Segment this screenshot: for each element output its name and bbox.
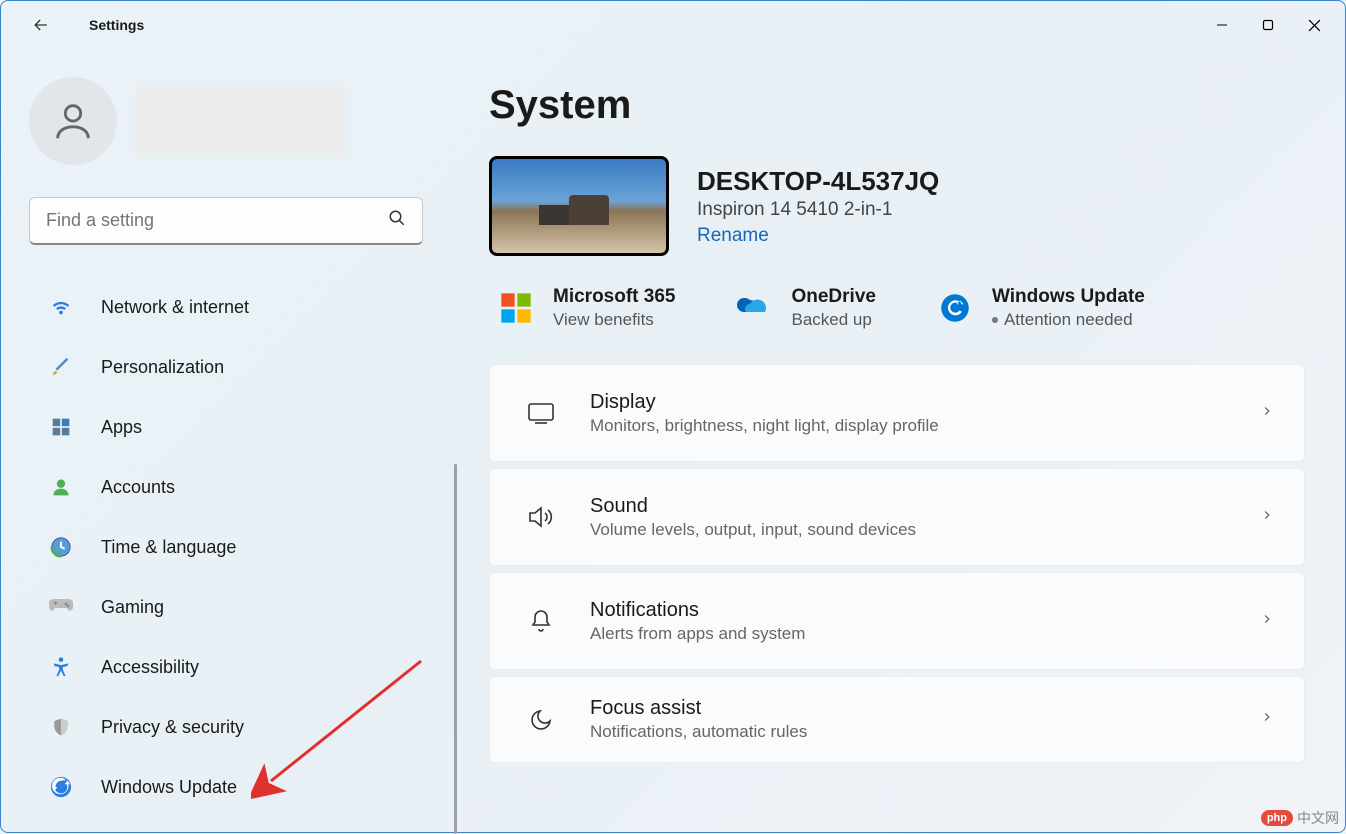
window-controls xyxy=(1199,9,1337,41)
card-display[interactable]: Display Monitors, brightness, night ligh… xyxy=(489,364,1305,462)
sidebar-item-label: Apps xyxy=(101,417,142,438)
search-input[interactable] xyxy=(46,210,388,231)
close-icon xyxy=(1308,19,1321,32)
sidebar-item-label: Accounts xyxy=(101,477,175,498)
sidebar-item-network[interactable]: Network & internet xyxy=(29,279,439,335)
status-microsoft365[interactable]: Microsoft 365 View benefits xyxy=(497,286,675,330)
status-row: Microsoft 365 View benefits OneDrive Bac… xyxy=(489,286,1305,330)
sidebar: Network & internet Personalization Apps … xyxy=(1,49,461,832)
status-sub: Attention needed xyxy=(992,310,1145,330)
card-title: Sound xyxy=(590,495,1260,518)
main-content: System DESKTOP-4L537JQ Inspiron 14 5410 … xyxy=(461,49,1345,832)
desktop-thumbnail xyxy=(489,156,669,256)
clock-icon xyxy=(49,535,73,559)
card-title: Focus assist xyxy=(590,697,1260,720)
card-title: Display xyxy=(590,391,1260,414)
sidebar-item-label: Gaming xyxy=(101,597,164,618)
onedrive-icon xyxy=(735,289,773,327)
card-sound[interactable]: Sound Volume levels, output, input, soun… xyxy=(489,468,1305,566)
back-button[interactable] xyxy=(21,5,61,45)
rename-link[interactable]: Rename xyxy=(697,225,939,247)
accessibility-icon xyxy=(49,655,73,679)
minimize-button[interactable] xyxy=(1199,9,1245,41)
maximize-icon xyxy=(1262,19,1274,31)
sidebar-item-accounts[interactable]: Accounts xyxy=(29,459,439,515)
avatar xyxy=(29,77,117,165)
back-arrow-icon xyxy=(31,15,51,35)
user-account-row[interactable] xyxy=(29,77,447,165)
card-title: Notifications xyxy=(590,599,1260,622)
device-row: DESKTOP-4L537JQ Inspiron 14 5410 2-in-1 … xyxy=(489,156,1305,256)
status-sub: Backed up xyxy=(791,310,875,330)
watermark: php 中文网 xyxy=(1261,808,1339,828)
sidebar-item-label: Privacy & security xyxy=(101,717,244,738)
person-icon xyxy=(49,475,73,499)
sidebar-item-label: Accessibility xyxy=(101,657,199,678)
wifi-icon xyxy=(49,295,73,319)
sidebar-item-privacy[interactable]: Privacy & security xyxy=(29,699,439,755)
card-subtitle: Volume levels, output, input, sound devi… xyxy=(590,520,1260,540)
chevron-right-icon xyxy=(1260,612,1274,631)
search-box[interactable] xyxy=(29,197,423,245)
device-model: Inspiron 14 5410 2-in-1 xyxy=(697,199,939,221)
chevron-right-icon xyxy=(1260,404,1274,423)
person-icon xyxy=(50,98,96,144)
status-title: Microsoft 365 xyxy=(553,286,675,308)
status-onedrive[interactable]: OneDrive Backed up xyxy=(735,286,875,330)
settings-cards: Display Monitors, brightness, night ligh… xyxy=(489,364,1305,763)
apps-icon xyxy=(49,415,73,439)
status-title: Windows Update xyxy=(992,286,1145,308)
nav: Network & internet Personalization Apps … xyxy=(29,279,447,815)
shield-icon xyxy=(49,715,73,739)
chevron-right-icon xyxy=(1260,508,1274,527)
sidebar-item-gaming[interactable]: Gaming xyxy=(29,579,439,635)
sidebar-item-time[interactable]: Time & language xyxy=(29,519,439,575)
close-button[interactable] xyxy=(1291,9,1337,41)
card-notifications[interactable]: Notifications Alerts from apps and syste… xyxy=(489,572,1305,670)
status-title: OneDrive xyxy=(791,286,875,308)
device-name: DESKTOP-4L537JQ xyxy=(697,166,939,197)
microsoft-icon xyxy=(497,289,535,327)
sidebar-item-apps[interactable]: Apps xyxy=(29,399,439,455)
sidebar-item-update[interactable]: Windows Update xyxy=(29,759,439,815)
sidebar-item-label: Time & language xyxy=(101,537,236,558)
page-title: System xyxy=(489,83,1305,128)
titlebar: Settings xyxy=(1,1,1345,49)
attention-dot-icon xyxy=(992,317,998,323)
moon-icon xyxy=(520,708,562,732)
window-title: Settings xyxy=(89,17,144,33)
sidebar-item-label: Network & internet xyxy=(101,297,249,318)
gamepad-icon xyxy=(49,595,73,619)
update-icon xyxy=(49,775,73,799)
brush-icon xyxy=(49,355,73,379)
sidebar-item-label: Personalization xyxy=(101,357,224,378)
chevron-right-icon xyxy=(1260,710,1274,729)
sidebar-scrollbar[interactable] xyxy=(454,464,457,834)
card-focus[interactable]: Focus assist Notifications, automatic ru… xyxy=(489,676,1305,763)
sidebar-item-label: Windows Update xyxy=(101,777,237,798)
status-sub: View benefits xyxy=(553,310,675,330)
status-windows-update[interactable]: Windows Update Attention needed xyxy=(936,286,1145,330)
update-status-icon xyxy=(936,289,974,327)
card-subtitle: Alerts from apps and system xyxy=(590,624,1260,644)
bell-icon xyxy=(520,608,562,634)
search-icon xyxy=(388,209,406,232)
monitor-icon xyxy=(520,402,562,424)
card-subtitle: Notifications, automatic rules xyxy=(590,722,1260,742)
sidebar-item-personalization[interactable]: Personalization xyxy=(29,339,439,395)
sidebar-item-accessibility[interactable]: Accessibility xyxy=(29,639,439,695)
maximize-button[interactable] xyxy=(1245,9,1291,41)
card-subtitle: Monitors, brightness, night light, displ… xyxy=(590,416,1260,436)
speaker-icon xyxy=(520,505,562,529)
watermark-text: 中文网 xyxy=(1297,808,1339,828)
minimize-icon xyxy=(1216,19,1228,31)
user-name-redacted xyxy=(135,86,345,156)
watermark-logo: php xyxy=(1261,810,1293,826)
